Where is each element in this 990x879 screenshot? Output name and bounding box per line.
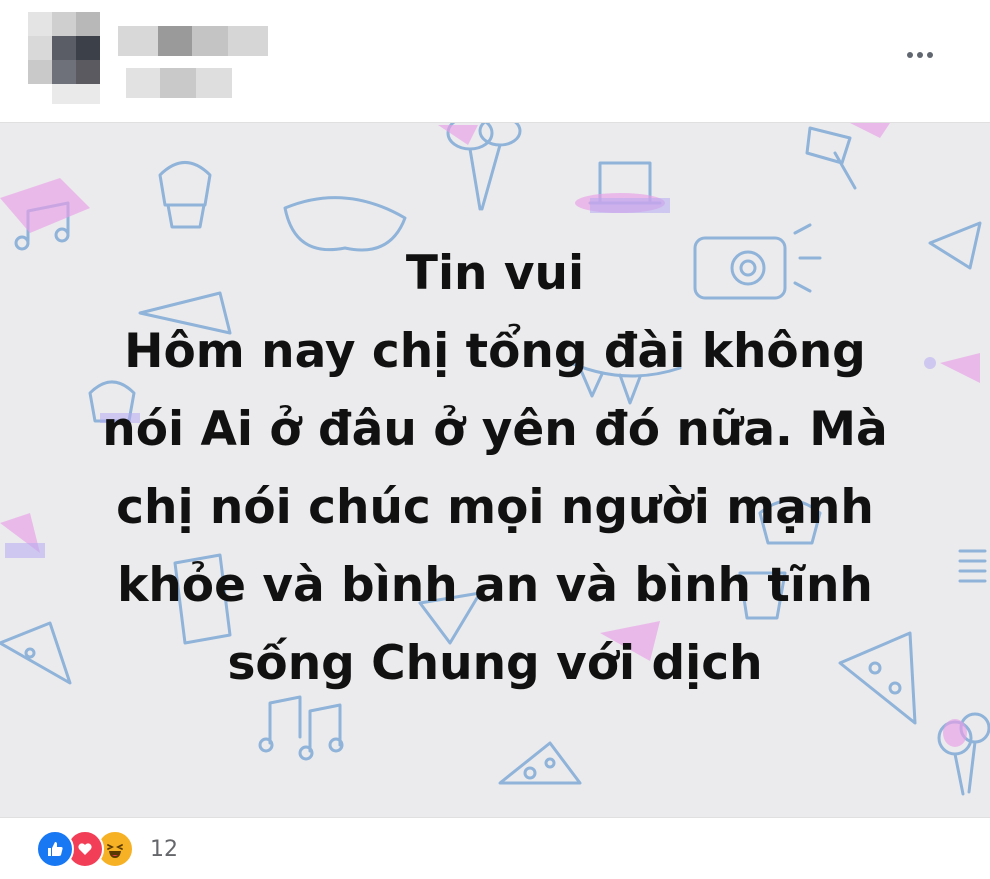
post-text-line: khỏe và bình an và bình tĩnh — [117, 558, 873, 613]
post-text-line: Hôm nay chị tổng đài không — [124, 324, 866, 379]
thumbs-up-icon — [48, 842, 63, 856]
like-reaction[interactable] — [36, 830, 74, 868]
post-background-image: Tin vui Hôm nay chị tổng đài không nói A… — [0, 122, 990, 818]
laughing-face-icon — [107, 844, 123, 858]
post-text-line: Tin vui — [405, 246, 585, 301]
post-header — [0, 0, 990, 120]
post-text-line: chị nói chúc mọi người mạnh — [116, 480, 874, 535]
heart-icon — [78, 843, 92, 855]
blurred-author-info[interactable] — [28, 12, 278, 104]
post-text-line: sống Chung với dịch — [227, 636, 763, 691]
reactions-summary[interactable]: 12 — [36, 830, 178, 868]
post-text-line: nói Ai ở đâu ở yên đó nữa. Mà — [102, 402, 888, 457]
post-text: Tin vui Hôm nay chị tổng đài không nói A… — [40, 235, 950, 703]
more-options-button[interactable] — [890, 35, 950, 75]
post-card: Tin vui Hôm nay chị tổng đài không nói A… — [0, 0, 990, 879]
reaction-count[interactable]: 12 — [150, 837, 178, 862]
ellipsis-icon — [905, 52, 935, 58]
